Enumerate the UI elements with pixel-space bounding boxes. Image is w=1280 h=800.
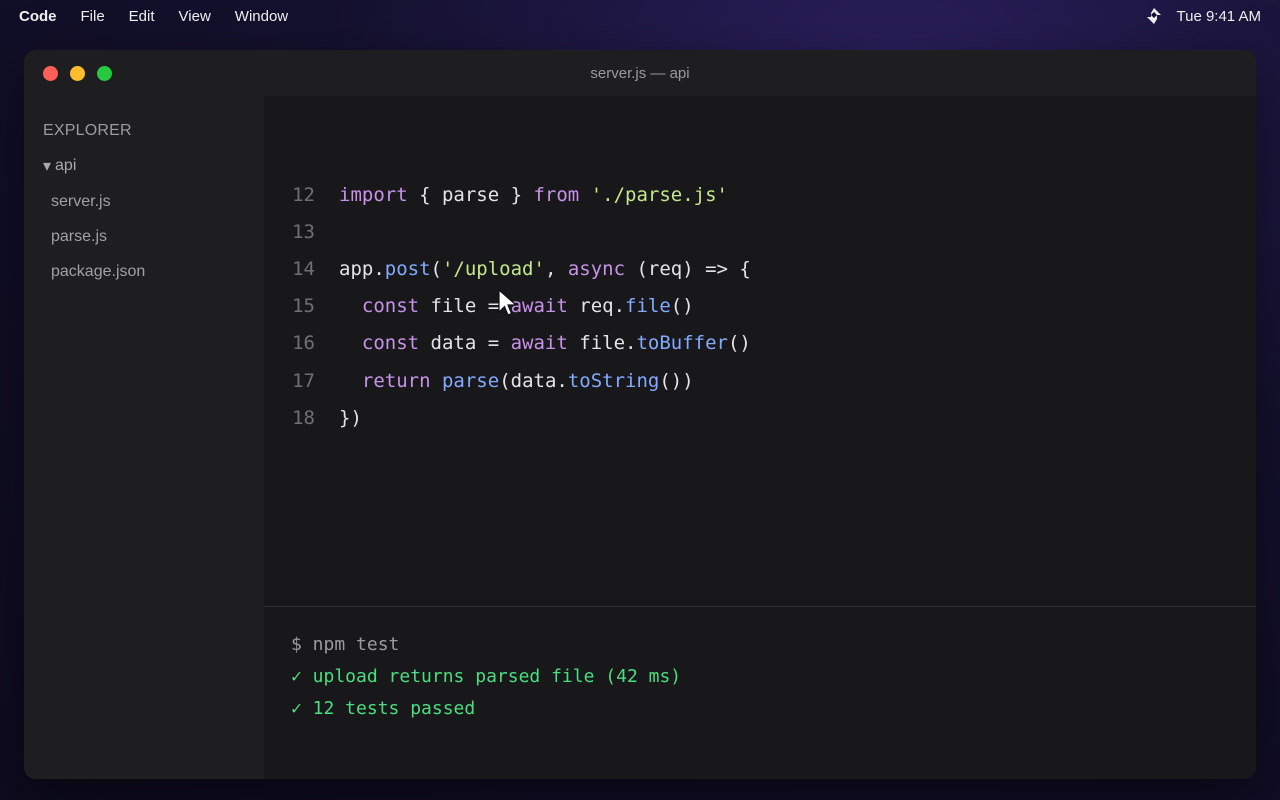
code-token: '/upload': [441, 258, 545, 280]
menu-view[interactable]: View: [179, 8, 211, 25]
code-token: }): [339, 407, 362, 429]
line-number: 18: [292, 407, 315, 429]
window-title: server.js — api: [590, 64, 690, 82]
code-token: (data.: [499, 370, 568, 392]
code-token: app.: [339, 258, 385, 280]
file-item-server-js[interactable]: server.js: [24, 192, 264, 227]
menu-window[interactable]: Window: [235, 8, 288, 25]
menu-edit[interactable]: Edit: [129, 8, 155, 25]
code-token: (req) => {: [625, 258, 751, 280]
code-token: const: [361, 332, 420, 354]
maximize-window-button[interactable]: [97, 66, 112, 81]
code-token: await: [510, 332, 568, 354]
code-line[interactable]: 16 const data = await file. toBuffer(): [264, 328, 751, 358]
folder-api[interactable]: ▾ api: [24, 156, 264, 176]
code-token: toString: [567, 370, 660, 392]
code-token: ,: [544, 258, 568, 280]
code-line[interactable]: 14 app. post('/upload', async (req) => {: [264, 254, 751, 284]
code-line[interactable]: 12 import { parse } from './parse.js': [264, 180, 728, 210]
chevron-down-icon: ▾: [43, 158, 52, 175]
app-menu[interactable]: Code: [19, 8, 57, 25]
line-number: 17: [292, 370, 315, 392]
file-explorer: EXPLORER ▾ api server.js parse.js packag…: [24, 96, 264, 779]
code-line[interactable]: 17 return parse (data. toString()): [264, 366, 694, 396]
close-window-button[interactable]: [43, 66, 58, 81]
code-token: ()): [659, 370, 694, 392]
status-area: Tue 9:41 AM: [1145, 7, 1262, 25]
line-number: 15: [292, 295, 315, 317]
line-number: 12: [292, 184, 315, 206]
code-token: toBuffer: [636, 332, 728, 354]
code-line[interactable]: 15 const file = await req. file(): [264, 291, 694, 321]
code-token: file.: [567, 332, 637, 354]
menubar-clock[interactable]: Tue 9:41 AM: [1177, 8, 1262, 25]
terminal-panel[interactable]: $ npm test ✓ upload returns parsed file …: [264, 606, 1256, 779]
code-token: from: [533, 184, 580, 206]
code-token: import: [339, 184, 408, 206]
code-token: (): [727, 332, 751, 354]
terminal-result-line: ✓ 12 tests passed: [291, 698, 476, 719]
mouse-pointer-icon: [498, 288, 518, 316]
code-token: './parse.js': [590, 184, 728, 206]
window-controls: [43, 66, 112, 81]
code-token: async: [567, 258, 626, 280]
code-token: return: [361, 370, 431, 392]
code-token: (: [430, 258, 442, 280]
editor-window: server.js — api EXPLORER ▾ api server.js…: [24, 50, 1256, 779]
line-number: 13: [292, 221, 315, 243]
file-item-package-json[interactable]: package.json: [24, 262, 264, 297]
code-editor[interactable]: 12 import { parse } from './parse.js' 13 14…: [264, 96, 1256, 606]
line-number: 14: [292, 258, 315, 280]
code-token: parse: [441, 370, 500, 392]
code-line[interactable]: 13: [264, 217, 339, 247]
sync-icon[interactable]: [1145, 7, 1163, 25]
terminal-result-line: ✓ upload returns parsed file (42 ms): [291, 666, 682, 687]
folder-label: api: [55, 157, 77, 174]
code-token: req.: [567, 295, 626, 317]
terminal-command: $ npm test: [291, 634, 400, 655]
code-line[interactable]: 18}): [264, 403, 362, 433]
code-token: (): [670, 295, 694, 317]
file-item-parse-js[interactable]: parse.js: [24, 227, 264, 262]
menu-file[interactable]: File: [81, 8, 105, 25]
code-token: file: [625, 295, 671, 317]
title-bar[interactable]: server.js — api: [24, 50, 1256, 96]
line-number: 16: [292, 332, 315, 354]
code-token: data =: [419, 332, 511, 354]
code-token: await: [510, 295, 568, 317]
code-token: post: [384, 258, 431, 280]
code-token: { parse }: [407, 184, 534, 206]
minimize-window-button[interactable]: [70, 66, 85, 81]
menu-bar: Code File Edit View Window Tue 9:41 AM: [0, 0, 1280, 32]
explorer-header: EXPLORER: [43, 122, 132, 139]
code-token: const: [361, 295, 420, 317]
